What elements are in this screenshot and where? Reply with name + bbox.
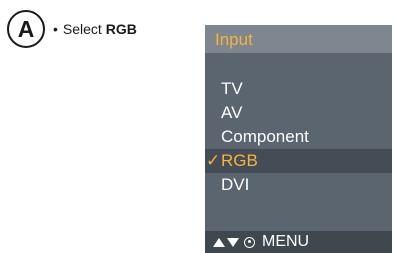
step-badge: A xyxy=(7,10,45,48)
menu-item-label: TV xyxy=(221,79,243,98)
menu-label: MENU xyxy=(262,233,310,250)
menu-item-component[interactable]: Component xyxy=(205,125,392,149)
menu-item-label: AV xyxy=(221,103,243,122)
instruction-highlight: RGB xyxy=(105,21,137,37)
input-source-list: TV AV Component ✓ RGB DVI xyxy=(205,77,392,197)
bullet: • xyxy=(53,21,58,37)
menu-item-dvi[interactable]: DVI xyxy=(205,173,392,197)
menu-item-label: RGB xyxy=(221,151,258,170)
menu-item-av[interactable]: AV xyxy=(205,101,392,125)
instruction-text: • Select RGB xyxy=(53,21,137,37)
menu-footer: MENU xyxy=(205,231,392,253)
menu-title: Input xyxy=(205,25,392,53)
menu-item-tv[interactable]: TV xyxy=(205,77,392,101)
check-icon: ✓ xyxy=(206,151,221,170)
menu-item-label: Component xyxy=(221,127,309,146)
input-menu-panel: Input TV AV Component ✓ RGB DVI MENU xyxy=(205,25,392,253)
menu-item-label: DVI xyxy=(221,175,250,194)
menu-item-rgb[interactable]: ✓ RGB xyxy=(205,149,392,173)
step-letter: A xyxy=(17,15,35,42)
instruction-prefix: Select xyxy=(62,21,106,37)
up-down-arrows-icon xyxy=(213,237,239,248)
ok-circle-icon xyxy=(244,236,255,248)
